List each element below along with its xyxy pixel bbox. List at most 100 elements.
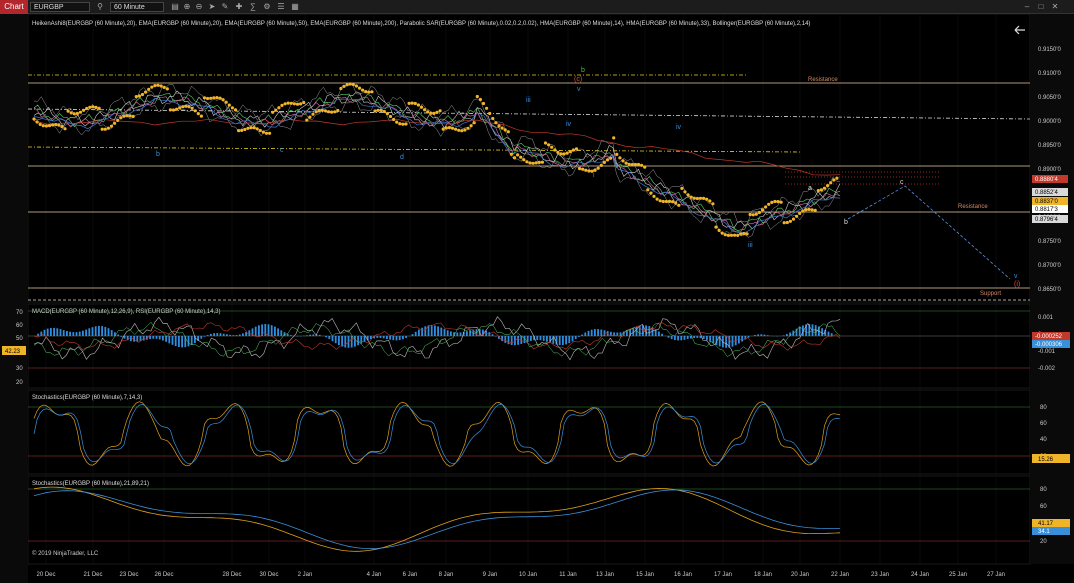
macd-bar xyxy=(85,329,87,336)
macd-bar xyxy=(280,330,283,336)
sar-dot xyxy=(801,209,805,213)
macd-bar xyxy=(158,336,161,340)
stoch1-panel-title: Stochastics(EURGBP (60 Minute),7,14,3) xyxy=(32,395,142,401)
macd-bar xyxy=(821,328,823,336)
sar-dot xyxy=(113,121,117,125)
sar-dot xyxy=(199,114,203,118)
sar-dot xyxy=(147,87,151,91)
macd-bar xyxy=(619,332,622,336)
chart-area[interactable]: HeikenAshi8(EURGBP (60 Minute),20), EMA(… xyxy=(0,14,1074,583)
sar-dot xyxy=(680,186,684,190)
price-y-tick-label: 0.9150'0 xyxy=(1038,47,1061,53)
sar-dot xyxy=(832,178,836,182)
macd-bar xyxy=(590,329,593,336)
wave-label: b xyxy=(156,151,160,158)
sar-dot xyxy=(416,103,420,107)
wave-label: iii xyxy=(748,242,753,249)
pointer-icon[interactable]: ➤ xyxy=(207,2,217,12)
sar-dot xyxy=(562,152,566,156)
sar-dot xyxy=(726,233,731,237)
wave-label: v xyxy=(577,86,581,93)
macd-left-tick-label: 60 xyxy=(16,323,23,329)
bar-type-icon[interactable]: ▤ xyxy=(170,2,180,12)
stoch1-panel[interactable] xyxy=(27,389,1031,475)
macd-bar xyxy=(290,335,292,336)
macd-bar xyxy=(568,336,571,344)
interval-selector[interactable]: 60 Minute xyxy=(110,2,164,12)
sar-dot xyxy=(441,127,445,131)
sar-dot xyxy=(308,115,312,119)
sar-dot xyxy=(776,200,780,204)
chart-tab[interactable]: Chart xyxy=(0,0,28,14)
sar-dot xyxy=(695,196,700,201)
macd-bar xyxy=(341,336,343,347)
macd-bar xyxy=(382,336,385,339)
macd-bar xyxy=(360,336,363,344)
sar-dot xyxy=(361,88,365,92)
sar-dot xyxy=(745,232,749,236)
sar-dot xyxy=(627,162,631,166)
macd-bar xyxy=(274,326,276,336)
draw-icon[interactable]: ✎ xyxy=(220,2,230,12)
sar-dot xyxy=(751,213,755,217)
macd-bar xyxy=(222,333,225,336)
zoom-in-icon[interactable]: ⊕ xyxy=(182,2,192,12)
price-tag-text: 0.8837'0 xyxy=(1035,199,1058,205)
wave-label: iv xyxy=(566,121,572,128)
zoom-out-icon[interactable]: ⊖ xyxy=(194,2,204,12)
sar-dot xyxy=(367,90,371,94)
x-axis-tick-label: 30 Dec xyxy=(259,572,278,578)
sar-dot xyxy=(810,208,814,212)
x-axis-tick-label: 22 Jan xyxy=(831,572,849,578)
wave-label: b xyxy=(581,67,585,74)
macd-bar xyxy=(683,336,686,340)
macd-bar xyxy=(434,325,436,336)
sar-dot xyxy=(435,110,439,114)
macd-bar xyxy=(600,329,603,336)
macd-bar xyxy=(174,336,177,347)
crosshair-icon[interactable]: ✚ xyxy=(234,2,244,12)
sar-dot xyxy=(646,188,650,192)
macd-bar xyxy=(120,336,123,337)
macd-bar xyxy=(584,332,587,336)
minimize-icon[interactable]: – xyxy=(1022,2,1032,12)
sar-dot xyxy=(187,105,191,109)
macd-tag-red-text: -0.000252 xyxy=(1035,334,1063,340)
sar-dot xyxy=(426,110,430,114)
price-panel[interactable] xyxy=(27,14,1031,303)
sar-dot xyxy=(280,103,284,107)
macd-bar xyxy=(827,331,830,336)
macd-bar xyxy=(494,336,497,337)
sar-dot xyxy=(819,188,824,192)
sar-dot xyxy=(454,127,458,131)
sar-dot xyxy=(497,124,501,128)
strategies-icon[interactable]: ⚙ xyxy=(262,2,272,12)
properties-icon[interactable]: ▦ xyxy=(290,2,300,12)
macd-bar xyxy=(392,336,395,341)
sar-dot xyxy=(404,122,408,126)
sar-dot xyxy=(292,102,296,106)
sar-dot xyxy=(754,212,758,216)
sar-dot xyxy=(122,114,126,118)
sar-dot xyxy=(466,126,470,130)
sar-dot xyxy=(643,165,647,169)
maximize-icon[interactable]: □ xyxy=(1036,2,1046,12)
close-icon[interactable]: ✕ xyxy=(1050,2,1060,12)
instrument-selector[interactable]: EURGBP xyxy=(30,2,90,12)
sar-dot xyxy=(559,152,563,156)
sar-dot xyxy=(609,156,613,160)
price-tag-text: 0.8852'4 xyxy=(1035,190,1058,196)
sar-dot xyxy=(423,108,427,112)
sar-dot xyxy=(326,110,331,114)
macd-bar xyxy=(75,332,78,336)
indicators-icon[interactable]: ∑ xyxy=(248,2,258,12)
macd-bar xyxy=(210,333,212,336)
macd-bar xyxy=(786,334,788,336)
sar-dot xyxy=(348,82,352,86)
sar-dot xyxy=(230,106,234,110)
macd-bar xyxy=(168,336,171,344)
sar-dot xyxy=(103,127,107,131)
list-icon[interactable]: ☰ xyxy=(276,2,286,12)
search-icon[interactable]: ⚲ xyxy=(95,2,105,12)
sar-dot xyxy=(320,108,324,112)
